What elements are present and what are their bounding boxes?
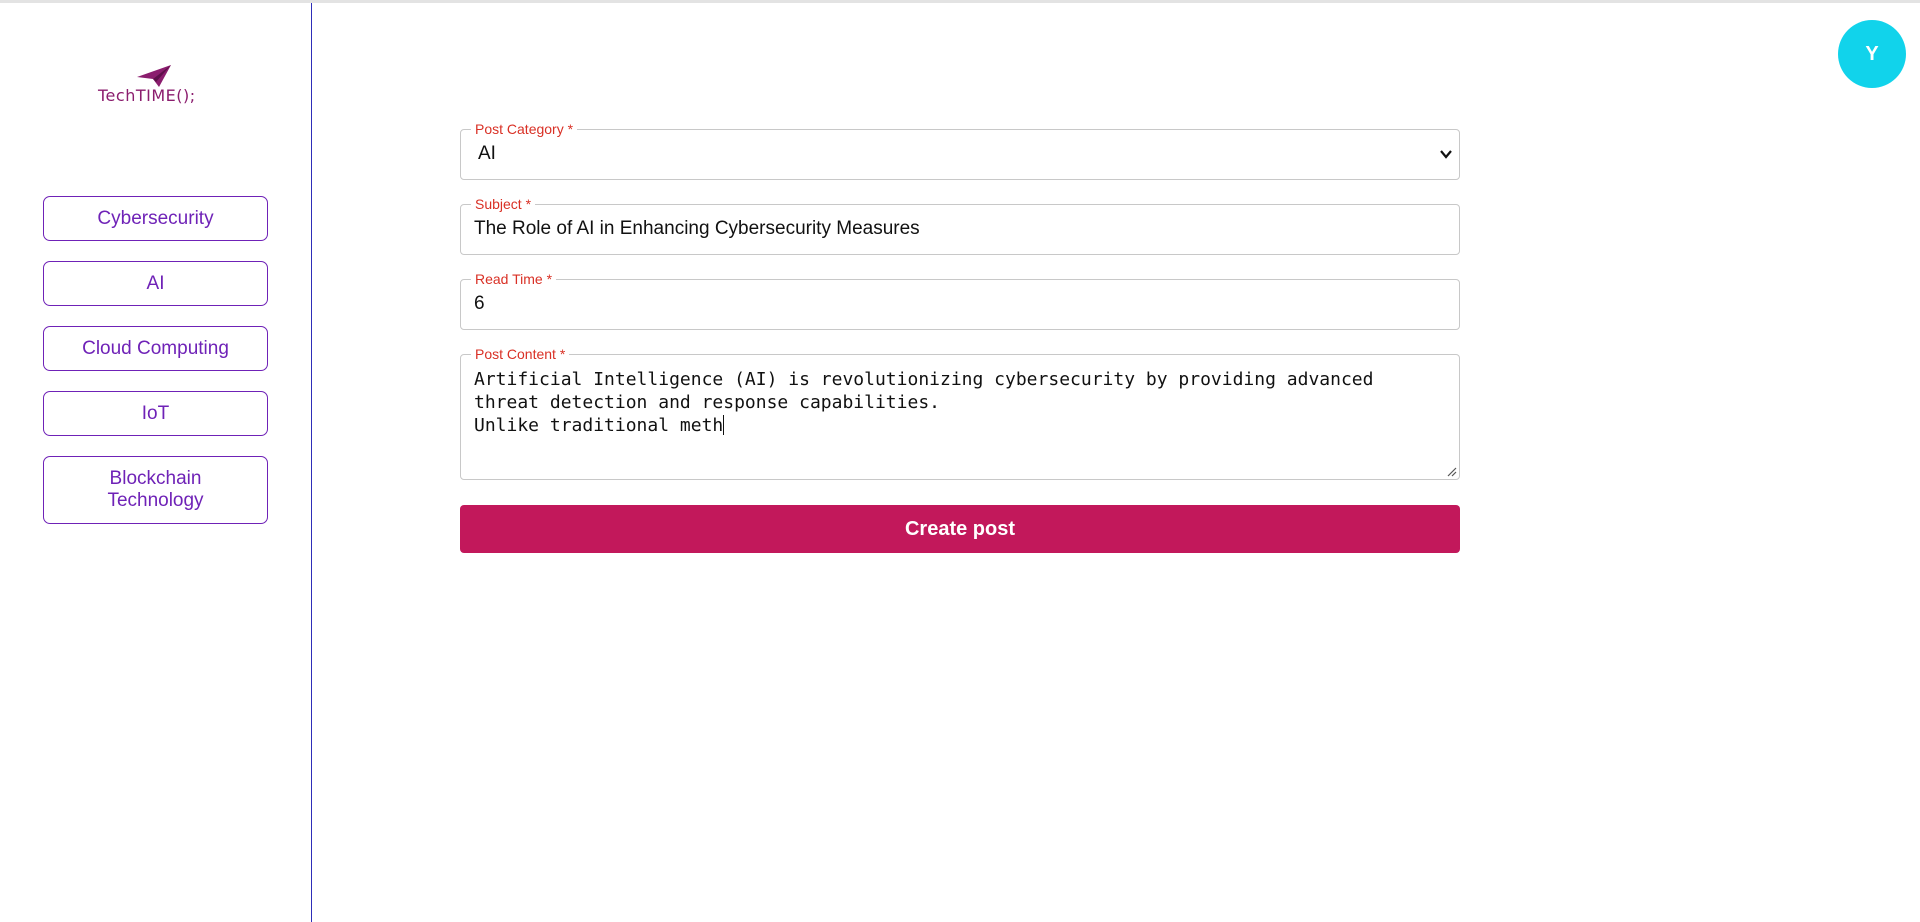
category-cloud-computing-button[interactable]: Cloud Computing xyxy=(43,326,268,371)
read-time-value: 6 xyxy=(474,293,485,314)
category-cybersecurity-button[interactable]: Cybersecurity xyxy=(43,196,268,241)
post-content-textarea[interactable]: Post Content * Artificial Intelligence (… xyxy=(460,346,1460,480)
subject-value: The Role of AI in Enhancing Cybersecurit… xyxy=(474,218,920,239)
post-content-label: Post Content * xyxy=(471,346,570,362)
resize-handle-icon[interactable] xyxy=(1446,466,1457,477)
text-caret xyxy=(723,415,725,435)
read-time-label: Read Time * xyxy=(471,271,557,287)
brand-logo-text: TechTIME(); xyxy=(98,86,196,105)
create-post-label: Create post xyxy=(904,517,1016,540)
post-category-value: AI xyxy=(478,143,496,164)
post-content-text-wrapper: Artificial Intelligence (AI) is revoluti… xyxy=(474,368,1434,437)
user-avatar-initial: Y xyxy=(1865,42,1879,65)
post-category-select[interactable]: Post Category * AI xyxy=(460,121,1460,180)
post-category-label: Post Category * xyxy=(471,121,578,137)
paper-plane-icon xyxy=(137,65,171,87)
brand-logo[interactable]: TechTIME(); xyxy=(95,65,225,110)
category-blockchain-label: Blockchain Technology xyxy=(107,468,204,511)
user-avatar[interactable]: Y xyxy=(1838,20,1906,88)
category-ai-button[interactable]: AI xyxy=(43,261,268,306)
category-iot-button[interactable]: IoT xyxy=(43,391,268,436)
read-time-input[interactable]: Read Time * 6 xyxy=(460,271,1460,330)
chevron-down-icon xyxy=(1440,150,1452,159)
post-content-value: Artificial Intelligence (AI) is revoluti… xyxy=(474,369,1374,436)
category-blockchain-button[interactable]: Blockchain Technology xyxy=(43,456,268,524)
category-cybersecurity-label: Cybersecurity xyxy=(97,207,214,229)
subject-label: Subject * xyxy=(471,196,536,212)
category-ai-label: AI xyxy=(146,272,165,294)
category-iot-label: IoT xyxy=(141,402,170,424)
subject-input[interactable]: Subject * The Role of AI in Enhancing Cy… xyxy=(460,196,1460,255)
category-cloud-computing-label: Cloud Computing xyxy=(82,337,229,359)
create-post-button[interactable]: Create post xyxy=(460,505,1460,553)
sidebar: TechTIME(); Cybersecurity AI Cloud Compu… xyxy=(0,3,312,922)
